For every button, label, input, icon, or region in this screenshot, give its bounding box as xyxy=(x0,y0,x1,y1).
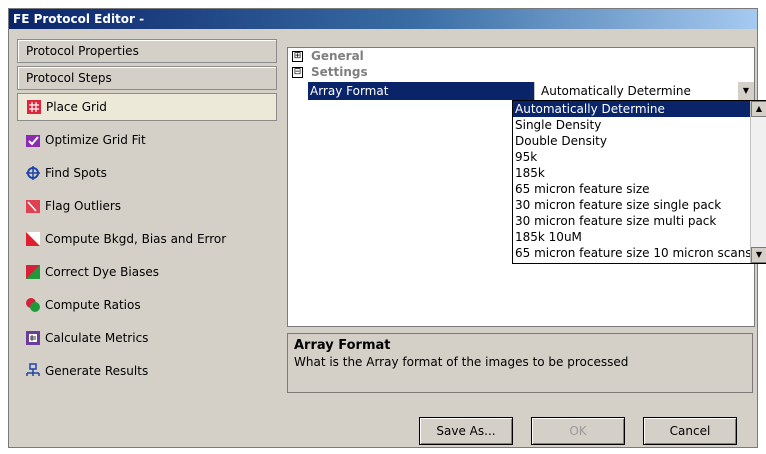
array-format-dropdown-list[interactable]: Automatically Determine Single Density D… xyxy=(512,100,766,264)
category-general[interactable]: ⊞ General xyxy=(288,48,754,64)
step-label: Flag Outliers xyxy=(45,199,122,213)
category-label: General xyxy=(311,49,364,63)
ok-button[interactable]: OK xyxy=(531,417,625,445)
step-compute-ratios[interactable]: Compute Ratios xyxy=(17,291,277,319)
step-find-spots[interactable]: Find Spots xyxy=(17,159,277,187)
dropdown-option[interactable]: 30 micron feature size multi pack xyxy=(513,213,766,229)
dropdown-option[interactable]: 30 micron feature size single pack xyxy=(513,197,766,213)
correct-dye-biases-icon xyxy=(25,264,41,280)
step-flag-outliers[interactable]: Flag Outliers xyxy=(17,192,277,220)
dropdown-option[interactable]: Automatically Determine xyxy=(513,101,766,117)
step-optimize-grid-fit[interactable]: Optimize Grid Fit xyxy=(17,126,277,154)
step-label: Place Grid xyxy=(46,100,107,114)
dropdown-option[interactable]: 95k xyxy=(513,149,766,165)
description-panel: Array Format What is the Array format of… xyxy=(287,333,753,393)
optimize-grid-fit-icon xyxy=(25,132,41,148)
dropdown-option[interactable]: 65 micron feature size xyxy=(513,181,766,197)
scroll-down-icon[interactable]: ▼ xyxy=(751,247,766,263)
step-calculate-metrics[interactable]: Calculate Metrics xyxy=(17,324,277,352)
protocol-properties-header[interactable]: Protocol Properties xyxy=(17,39,277,63)
dropdown-arrow-icon[interactable]: ▼ xyxy=(737,82,754,100)
save-as-button[interactable]: Save As... xyxy=(419,417,513,445)
step-label: Correct Dye Biases xyxy=(45,265,159,279)
cancel-button[interactable]: Cancel xyxy=(643,417,737,445)
dropdown-option[interactable]: Double Density xyxy=(513,133,766,149)
step-label: Generate Results xyxy=(45,364,149,378)
step-label: Compute Ratios xyxy=(45,298,141,312)
protocol-steps-header[interactable]: Protocol Steps xyxy=(17,66,277,90)
step-generate-results[interactable]: Generate Results xyxy=(17,357,277,385)
step-label: Calculate Metrics xyxy=(45,331,149,345)
collapse-icon[interactable]: ⊟ xyxy=(292,66,303,78)
dropdown-option[interactable]: 185k 10uM xyxy=(513,229,766,245)
calculate-metrics-icon xyxy=(25,330,41,346)
dropdown-option[interactable]: Single Density xyxy=(513,117,766,133)
property-name: Array Format xyxy=(308,82,534,100)
scroll-up-icon[interactable]: ▲ xyxy=(751,101,766,117)
step-compute-bkgd[interactable]: Compute Bkgd, Bias and Error xyxy=(17,225,277,253)
step-label: Optimize Grid Fit xyxy=(45,133,146,147)
button-bar: Save As... OK Cancel xyxy=(419,417,737,445)
step-label: Compute Bkgd, Bias and Error xyxy=(45,232,227,246)
select-value: Automatically Determine xyxy=(541,84,691,98)
array-format-select[interactable]: Automatically Determine ▼ xyxy=(534,82,754,100)
step-place-grid[interactable]: Place Grid xyxy=(17,93,277,121)
compute-bkgd-icon xyxy=(25,231,41,247)
property-grid: ⊞ General ⊟ Settings Array Format Automa… xyxy=(287,47,766,327)
compute-ratios-icon xyxy=(25,297,41,313)
category-label: Settings xyxy=(311,65,368,79)
property-array-format[interactable]: Array Format Automatically Determine ▼ xyxy=(308,82,754,100)
category-settings[interactable]: ⊟ Settings xyxy=(288,64,754,80)
fe-protocol-editor-window: FE Protocol Editor - Protocol Properties… xyxy=(8,8,766,448)
description-text: What is the Array format of the images t… xyxy=(294,355,629,369)
find-spots-icon xyxy=(25,165,41,181)
description-title: Array Format xyxy=(294,338,391,353)
dropdown-scrollbar[interactable]: ▲ ▼ xyxy=(750,101,766,263)
dropdown-option[interactable]: 185k xyxy=(513,165,766,181)
flag-outliers-icon xyxy=(25,198,41,214)
left-panel: Protocol Properties Protocol Steps Place… xyxy=(17,39,277,401)
expand-icon[interactable]: ⊞ xyxy=(292,50,303,62)
title-bar: FE Protocol Editor - xyxy=(9,9,757,29)
place-grid-icon xyxy=(26,99,42,115)
step-correct-dye-biases[interactable]: Correct Dye Biases xyxy=(17,258,277,286)
dropdown-option[interactable]: 65 micron feature size 10 micron scans xyxy=(513,245,766,261)
step-label: Find Spots xyxy=(45,166,107,180)
generate-results-icon xyxy=(25,363,41,379)
